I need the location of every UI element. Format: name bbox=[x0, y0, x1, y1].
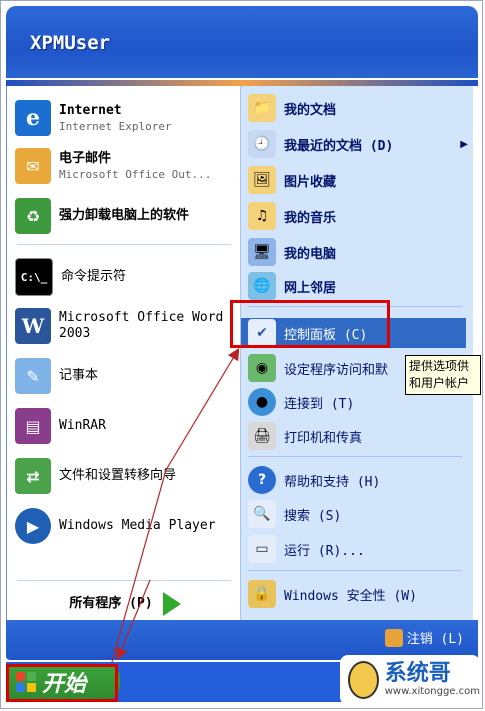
arrow-line-1 bbox=[111, 469, 167, 663]
annotation-arrows bbox=[111, 347, 240, 663]
arrow-line-3 bbox=[116, 579, 151, 661]
arrow-line-2 bbox=[165, 347, 240, 471]
